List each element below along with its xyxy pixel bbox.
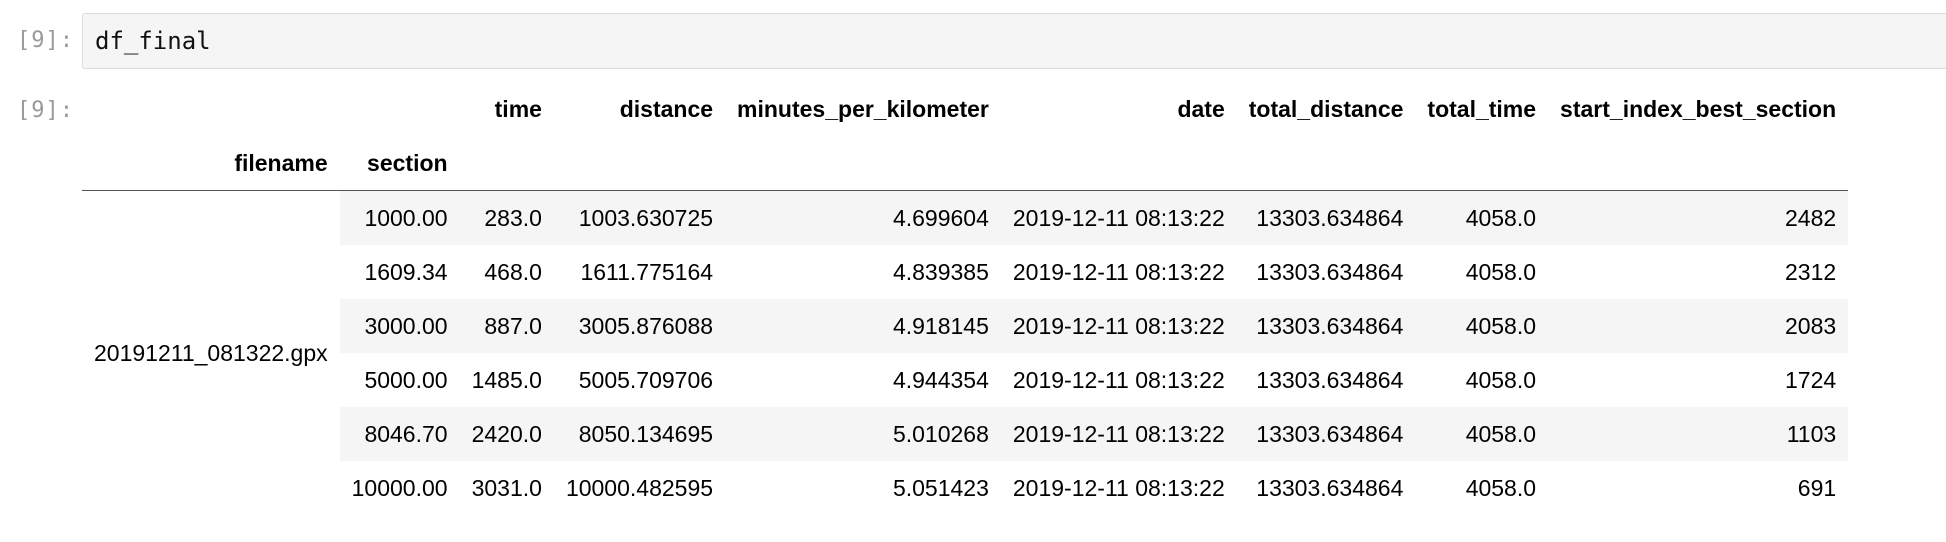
- table-cell: 1003.630725: [553, 190, 726, 245]
- output-prompt: [9]:: [17, 98, 74, 123]
- blank-header: [1000, 136, 1237, 191]
- table-cell: 691: [1797, 474, 1837, 501]
- blank-header: [1548, 136, 1849, 191]
- dataframe-table: time distance minutes_per_kilometer date…: [82, 82, 1849, 515]
- table-cell: 1724: [1785, 366, 1837, 393]
- index-header-row: filename section: [82, 136, 1849, 191]
- index-name-section: section: [339, 136, 460, 191]
- section-index-cell: 5000.00: [364, 366, 448, 393]
- column-header: total_time: [1427, 95, 1537, 122]
- table-cell: 8050.134695: [553, 407, 726, 461]
- input-prompt: [9]:: [17, 28, 74, 53]
- column-header: minutes_per_kilometer: [737, 95, 989, 122]
- output-area: time distance minutes_per_kilometer date…: [82, 82, 1849, 515]
- table-cell: 1611.775164: [580, 258, 714, 285]
- table-body: 20191211_081322.gpx 1000.00 283.0 1003.6307…: [82, 190, 1849, 515]
- table-cell: 2019-12-11 08:13:22: [1000, 407, 1237, 461]
- table-cell: 2019-12-11 08:13:22: [1012, 258, 1225, 285]
- table-row: 3000.00 887.0 3005.876088 4.918145 2019-12-1…: [82, 299, 1849, 353]
- table-cell: 5.051423: [892, 474, 989, 501]
- code-input-cell[interactable]: df_final: [82, 13, 1946, 69]
- table-cell: 10000.482595: [565, 474, 714, 501]
- section-index-cell: 1000.00: [339, 190, 460, 245]
- table-cell: 2420.0: [459, 407, 554, 461]
- table-cell: 2019-12-11 08:13:22: [1012, 366, 1225, 393]
- column-header: total_distance: [1248, 95, 1404, 122]
- table-cell: 3031.0: [471, 474, 542, 501]
- table-cell: 3005.876088: [553, 299, 726, 353]
- table-cell: 2019-12-11 08:13:22: [1000, 190, 1237, 245]
- table-cell: 13303.634864: [1236, 190, 1416, 245]
- blank-header: [725, 136, 1001, 191]
- table-cell: 283.0: [459, 190, 554, 245]
- blank-header: [553, 136, 726, 191]
- section-index-cell: 1609.34: [364, 258, 448, 285]
- blank-header: [1236, 136, 1416, 191]
- table-cell: 13303.634864: [1236, 407, 1416, 461]
- table-cell: 13303.634864: [1256, 366, 1404, 393]
- table-cell: 4058.0: [1465, 258, 1537, 285]
- section-index-cell: 8046.70: [339, 407, 460, 461]
- table-cell: 887.0: [459, 299, 554, 353]
- index-name-filename: filename: [82, 136, 340, 191]
- table-cell: 4.944354: [892, 366, 989, 393]
- column-header: distance: [619, 95, 714, 122]
- table-row: 1609.34 468.0 1611.775164 4.839385 2019-12-1…: [82, 245, 1848, 299]
- column-header: start_index_best_section: [1560, 95, 1837, 122]
- column-header: date: [1177, 95, 1225, 122]
- table-cell: 4058.0: [1465, 474, 1537, 501]
- table-cell: 4058.0: [1415, 299, 1549, 353]
- table-row: 5000.00 1485.0 5005.709706 4.944354 2019-12-…: [82, 353, 1848, 407]
- table-cell: 13303.634864: [1236, 299, 1416, 353]
- table-cell: 2482: [1548, 190, 1849, 245]
- table-cell: 2083: [1548, 299, 1849, 353]
- table-cell: 5005.709706: [578, 366, 714, 393]
- table-cell: 2019-12-11 08:13:22: [1012, 474, 1225, 501]
- table-cell: 13303.634864: [1256, 258, 1404, 285]
- table-row: 8046.70 2420.0 8050.134695 5.010268 2019-12-…: [82, 407, 1849, 461]
- table-cell: 1485.0: [471, 366, 542, 393]
- section-index-cell: 10000.00: [351, 474, 448, 501]
- table-cell: 4.918145: [725, 299, 1001, 353]
- table-cell: 4058.0: [1465, 366, 1537, 393]
- section-index-cell: 3000.00: [339, 299, 460, 353]
- table-row: 20191211_081322.gpx 1000.00 283.0 1003.6307…: [82, 190, 1849, 515]
- blank-header: [82, 82, 340, 136]
- table-cell: 2312: [1785, 258, 1837, 285]
- table-cell: 468.0: [484, 258, 542, 285]
- table-cell: 1103: [1548, 407, 1849, 461]
- blank-header: [1415, 136, 1549, 191]
- column-header: time: [494, 95, 542, 122]
- table-cell: 4058.0: [1415, 190, 1549, 245]
- table-cell: 4.839385: [892, 258, 989, 285]
- table-row: 10000.00 3031.0 10000.482595 5.051423 2019-1…: [82, 461, 1848, 515]
- blank-header: [340, 82, 460, 136]
- table-cell: 13303.634864: [1256, 474, 1404, 501]
- table-cell: 2019-12-11 08:13:22: [1000, 299, 1237, 353]
- blank-header: [459, 136, 554, 191]
- table-cell: 4.699604: [725, 190, 1001, 245]
- column-header-row: time distance minutes_per_kilometer date…: [82, 82, 1848, 136]
- code-text[interactable]: df_final: [95, 27, 211, 55]
- table-cell: 4058.0: [1415, 407, 1549, 461]
- filename-index-cell: 20191211_081322.gpx: [82, 190, 340, 515]
- table-cell: 5.010268: [725, 407, 1001, 461]
